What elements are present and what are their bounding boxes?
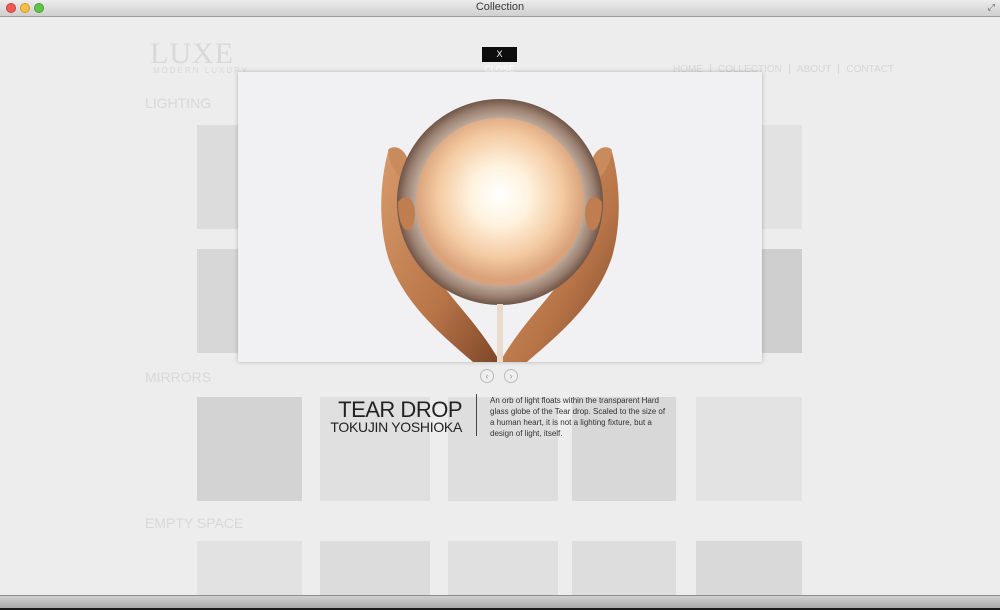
product-description: An orb of light floats within the transp… <box>490 396 666 438</box>
nav-item-about[interactable]: ABOUT <box>790 64 838 75</box>
status-bar <box>0 595 1000 608</box>
chevron-left-icon[interactable]: ‹ <box>480 369 494 383</box>
product-thumbnail[interactable] <box>320 541 430 596</box>
section-title-lighting: LIGHTING <box>145 95 212 111</box>
product-thumbnail[interactable] <box>696 397 802 501</box>
tear-drop-lamp-photo <box>238 72 762 362</box>
product-thumbnail[interactable] <box>762 249 802 353</box>
browser-window: Collection ⤢ LUXE MODERN LUXURY HOME COLL… <box>0 0 1000 608</box>
window-title: Collection <box>475 1 525 13</box>
lightbox-image <box>238 72 762 362</box>
close-lightbox-button[interactable]: X CLOSE <box>482 47 517 74</box>
nav-item-contact[interactable]: CONTACT <box>839 64 901 75</box>
product-thumbnail[interactable] <box>572 541 676 596</box>
chevron-right-icon[interactable]: › <box>504 369 518 383</box>
title-bar: Collection ⤢ <box>0 0 1000 17</box>
section-title-empty-space: EMPTY SPACE <box>145 515 244 531</box>
caption-divider <box>476 394 477 436</box>
product-thumbnail[interactable] <box>197 125 239 229</box>
fullscreen-icon[interactable]: ⤢ <box>988 2 995 13</box>
product-thumbnail[interactable] <box>197 249 239 353</box>
product-designer: TOKUJIN YOSHIOKA <box>330 419 462 435</box>
product-thumbnail[interactable] <box>696 541 802 596</box>
product-thumbnail[interactable] <box>197 397 302 501</box>
product-thumbnail[interactable] <box>197 541 302 596</box>
site-logo-subtitle: MODERN LUXURY <box>153 66 250 75</box>
page-content: LUXE MODERN LUXURY HOME COLLECTION ABOUT CO… <box>0 17 1000 596</box>
product-thumbnail[interactable] <box>762 125 802 229</box>
product-thumbnail[interactable] <box>448 541 558 596</box>
section-title-mirrors: MIRRORS <box>145 369 212 385</box>
